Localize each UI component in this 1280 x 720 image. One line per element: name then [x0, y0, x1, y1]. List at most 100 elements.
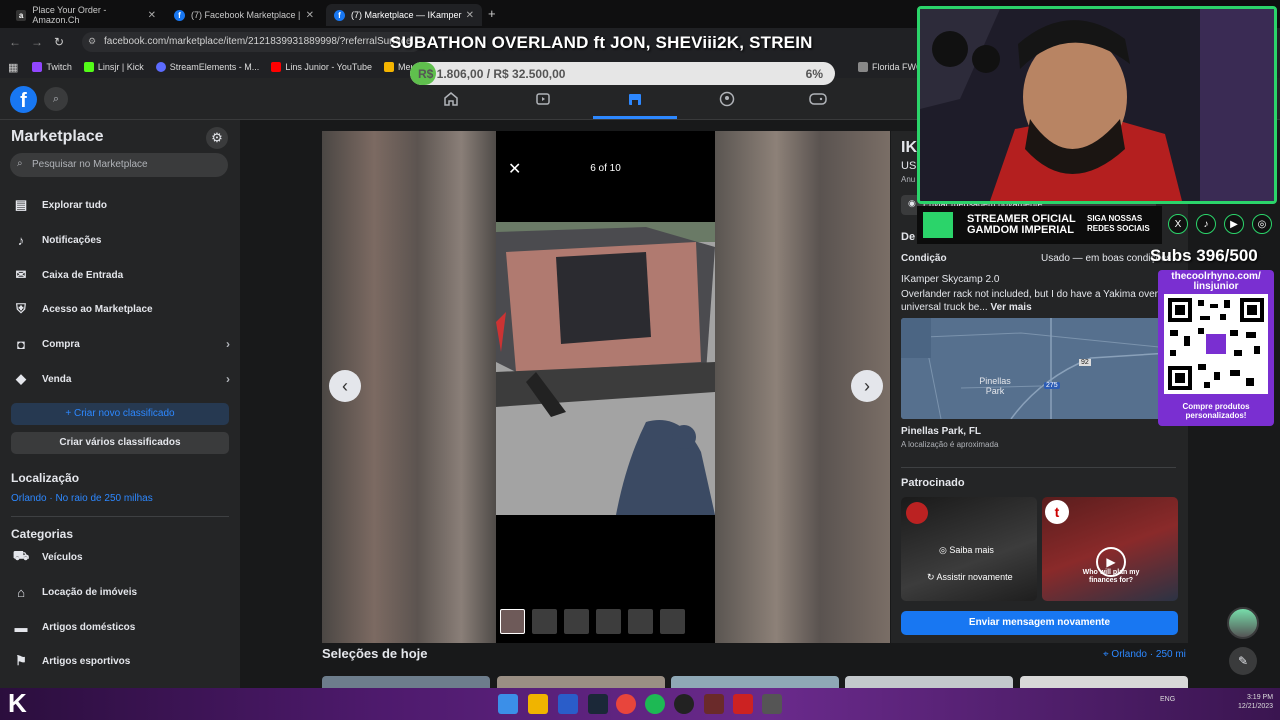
replay-link[interactable]: ↻ Assistir novamente: [927, 572, 1013, 583]
obs-icon[interactable]: [674, 694, 694, 714]
url-field[interactable]: ⚙ facebook.com/marketplace/item/21218399…: [82, 32, 422, 52]
location-map[interactable]: Pinellas Park 275 92: [901, 318, 1169, 419]
system-clock[interactable]: 3:19 PM 12/21/2023: [1238, 693, 1273, 711]
next-photo-button[interactable]: ›: [851, 370, 883, 402]
goal-amount: R$ 1.806,00 / R$ 32.500,00: [418, 67, 566, 81]
sidebar-item-compra[interactable]: ◘ Compra ›: [10, 329, 230, 359]
photo-thumbnail[interactable]: [660, 609, 685, 634]
create-multiple-listings-button[interactable]: Criar vários classificados: [11, 432, 229, 454]
photo-counter: 6 of 10: [590, 163, 621, 174]
sofa-icon: ▬: [14, 619, 28, 635]
sidebar-item-notificacoes[interactable]: ♪ Notificações: [10, 225, 230, 255]
language-indicator[interactable]: ENG: [1160, 696, 1175, 703]
sidebar-item-label: Compra: [42, 338, 80, 350]
bookmark-label: StreamElements - M...: [169, 62, 260, 72]
location-filter-link[interactable]: Orlando · No raio de 250 milhas: [11, 493, 153, 504]
bookmark-twitch[interactable]: Twitch: [32, 62, 72, 72]
reload-icon[interactable]: ↻: [48, 35, 70, 49]
gaming-nav-icon[interactable]: [798, 86, 838, 112]
gamdom-logo: [923, 212, 953, 238]
create-listing-button[interactable]: + Criar novo classificado: [11, 403, 229, 425]
chevron-right-icon: ›: [226, 337, 230, 351]
photo-thumbnail[interactable]: [532, 609, 557, 634]
sponsored-ad[interactable]: ◎ Saiba mais ↻ Assistir novamente: [901, 497, 1037, 601]
close-tab-icon[interactable]: ✕: [148, 10, 156, 21]
app-icon[interactable]: [733, 694, 753, 714]
photo-thumbnail[interactable]: [596, 609, 621, 634]
youtube-icon: ▶: [1224, 214, 1244, 234]
category-vehicles[interactable]: ⛟ Veículos: [10, 542, 230, 572]
video-nav-icon[interactable]: [523, 86, 563, 112]
marketplace-sidebar: Marketplace ⚙ ⌕ Pesquisar no Marketplace…: [0, 120, 240, 690]
category-household[interactable]: ▬ Artigos domésticos: [10, 612, 230, 642]
bookmark-kick[interactable]: Linsjr | Kick: [83, 62, 144, 72]
sidebar-item-label: Caixa de Entrada: [42, 269, 124, 281]
facebook-logo-icon[interactable]: f: [10, 86, 37, 113]
kick-icon: [83, 62, 94, 72]
category-sports[interactable]: ⚑ Artigos esportivos: [10, 646, 230, 676]
start-menu-icon[interactable]: [498, 694, 518, 714]
clock-date: 12/21/2023: [1238, 703, 1274, 710]
file-explorer-icon[interactable]: [528, 694, 548, 714]
sponsored-heading: Patrocinado: [901, 477, 965, 489]
steam-icon[interactable]: [588, 694, 608, 714]
facebook-favicon-icon: f: [334, 9, 345, 21]
sidebar-item-venda[interactable]: ◆ Venda ›: [10, 364, 230, 394]
sponsor-social-text: SIGA NOSSAS REDES SOCIAIS: [1087, 214, 1150, 234]
listing-photo: [496, 222, 715, 515]
category-rentals[interactable]: ⌂ Locação de imóveis: [10, 577, 230, 607]
back-icon[interactable]: ←: [4, 35, 26, 49]
sidebar-item-caixa-entrada[interactable]: ✉ Caixa de Entrada: [10, 260, 230, 290]
amazon-favicon-icon: a: [16, 9, 27, 21]
photo-thumbnail[interactable]: [564, 609, 589, 634]
shield-icon: ⛨: [16, 301, 26, 316]
photo-frame: ✕ 6 of 10: [496, 131, 715, 643]
home-nav-icon[interactable]: [431, 86, 471, 112]
contact-avatar[interactable]: [1227, 607, 1259, 639]
edge-icon[interactable]: [558, 694, 578, 714]
forward-icon[interactable]: →: [26, 35, 48, 49]
marketplace-nav-icon[interactable]: [615, 86, 655, 112]
chrome-icon[interactable]: [616, 694, 636, 714]
app-icon[interactable]: [704, 694, 724, 714]
sidebar-item-acesso[interactable]: ⛨ Acesso ao Marketplace: [10, 294, 230, 324]
messenger-icon: ◉: [908, 198, 916, 208]
spotify-icon[interactable]: [645, 694, 665, 714]
car-icon: ⛟: [12, 548, 30, 563]
calculator-icon[interactable]: [762, 694, 782, 714]
location-filter-link[interactable]: ⌖ Orlando · 250 mi: [1103, 649, 1186, 660]
youtube-icon: [271, 62, 282, 72]
sidebar-item-label: Venda: [42, 373, 72, 385]
ad-caption: Who will plan my finances for?: [1082, 569, 1140, 584]
bookmark-florida-fwc[interactable]: Florida FWC: [858, 62, 923, 72]
new-message-icon[interactable]: ✎: [1229, 647, 1257, 675]
learn-more-link[interactable]: ◎ Saiba mais: [939, 545, 994, 556]
send-message-button[interactable]: Enviar mensagem novamente: [901, 611, 1178, 635]
browser-tab-marketplace[interactable]: f (7) Facebook Marketplace | Face ✕: [166, 4, 322, 26]
listing-city: Pinellas Park, FL: [901, 426, 982, 437]
close-tab-icon[interactable]: ✕: [306, 10, 314, 21]
groups-nav-icon[interactable]: [707, 86, 747, 112]
previous-photo-button[interactable]: ‹: [329, 370, 361, 402]
close-tab-icon[interactable]: ✕: [466, 10, 474, 21]
bookmark-youtube[interactable]: Lins Junior - YouTube: [271, 62, 372, 72]
apps-grid-icon[interactable]: ▦: [8, 61, 18, 74]
search-icon[interactable]: ⌕: [44, 87, 68, 111]
browser-tab-amazon[interactable]: a Place Your Order - Amazon.Ch ✕: [8, 4, 164, 26]
goal-percent: 6%: [805, 67, 823, 81]
site-info-icon[interactable]: ⚙: [88, 36, 96, 47]
webcam-overlay: [917, 6, 1277, 204]
see-more-link[interactable]: Ver mais: [991, 302, 1032, 313]
marketplace-search-input[interactable]: ⌕ Pesquisar no Marketplace: [10, 153, 228, 177]
todays-picks-heading: Seleções de hoje: [322, 646, 428, 661]
sidebar-item-explorar[interactable]: ▤ Explorar tudo: [10, 190, 230, 220]
photo-thumbnail[interactable]: [500, 609, 525, 634]
windows-taskbar: K ENG 3:19 PM 12/21/2023: [0, 688, 1280, 720]
photo-thumbnail[interactable]: [628, 609, 653, 634]
sponsored-ad[interactable]: t ▶ Who will plan my finances for?: [1042, 497, 1178, 601]
bookmark-label: Twitch: [46, 62, 72, 72]
gear-icon[interactable]: ⚙: [206, 127, 228, 149]
browser-tab-ikamper[interactable]: f (7) Marketplace — IKamper Sky ✕: [326, 4, 482, 26]
new-tab-icon[interactable]: +: [488, 6, 496, 21]
bookmark-streamelements[interactable]: StreamElements - M...: [155, 62, 260, 72]
